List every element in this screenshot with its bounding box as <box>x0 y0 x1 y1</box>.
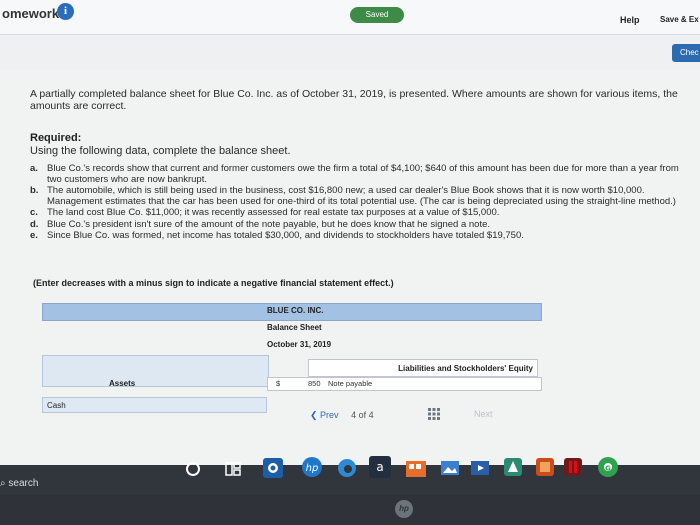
task-view-icon[interactable] <box>224 461 242 477</box>
cash-label: Cash <box>47 401 66 410</box>
liabilities-label: Liabilities and Stockholders' Equity <box>308 359 538 377</box>
company-name: BLUE CO. INC. <box>267 306 324 315</box>
sheet-title: Balance Sheet <box>267 323 322 332</box>
list-item: e. Since Blue Co. was formed, net income … <box>30 230 690 242</box>
saved-badge: Saved <box>350 7 404 23</box>
store-app-icon[interactable] <box>405 457 427 479</box>
media-app-icon[interactable] <box>470 458 490 478</box>
info-icon[interactable]: i <box>57 3 74 20</box>
browser-window: omework i Saved Help Save & Ex Chec A pa… <box>0 0 700 465</box>
prev-button[interactable]: ❮ Prev <box>310 410 339 420</box>
note-label: Note payable <box>328 379 373 388</box>
currency-symbol: $ <box>276 379 281 388</box>
webcam-app-icon[interactable] <box>262 457 284 479</box>
taskbar-search-label: search <box>8 478 39 489</box>
item-marker: e. <box>30 230 38 241</box>
green-app-icon[interactable] <box>503 457 523 477</box>
svg-text:hp: hp <box>306 463 319 474</box>
list-item: c. The land cost Blue Co. $11,000; it was… <box>30 207 690 219</box>
page-number: 4 <box>351 410 357 420</box>
item-marker: c. <box>30 207 38 218</box>
check-button[interactable]: Chec <box>672 44 700 62</box>
circle-icon[interactable] <box>185 461 201 477</box>
item-text: Since Blue Co. was formed, net income ha… <box>47 230 524 241</box>
item-marker: a. <box>30 163 38 174</box>
laptop-bezel <box>0 495 700 525</box>
amazon-letter: a <box>376 460 383 474</box>
svg-text:G: G <box>605 465 611 473</box>
question-intro: A partially completed balance sheet for … <box>30 88 678 112</box>
page-total: 4 <box>368 410 374 420</box>
item-text: The automobile, which is still being use… <box>47 185 676 207</box>
top-bar: omework i Saved Help Save & Ex <box>0 0 700 35</box>
orange-app-icon[interactable] <box>535 457 555 477</box>
page-count: 4 of 4 <box>351 410 374 420</box>
list-item: b. The automobile, which is still being u… <box>30 185 690 207</box>
note-payable-row: $ 850 Note payable <box>267 377 542 391</box>
help-link[interactable]: Help <box>620 15 640 25</box>
item-text: Blue Co.'s records show that current and… <box>47 163 679 185</box>
hp-app-icon[interactable]: hp <box>300 455 324 479</box>
item-marker: b. <box>30 185 39 196</box>
item-text: The land cost Blue Co. $11,000; it was r… <box>47 207 500 218</box>
required-text: Using the following data, complete the b… <box>30 145 291 157</box>
sheet-date: October 31, 2019 <box>267 340 332 349</box>
hp-logo: hp <box>395 500 413 518</box>
note-amount[interactable]: 850 <box>308 378 321 390</box>
next-button[interactable]: Next <box>474 409 493 419</box>
edge-browser-icon[interactable] <box>336 457 358 479</box>
balance-sheet-table: BLUE CO. INC. Balance Sheet October 31, … <box>42 303 542 413</box>
requirement-list: a. Blue Co.'s records show that current a… <box>30 163 690 243</box>
list-item: a. Blue Co.'s records show that current a… <box>30 163 690 185</box>
grid-icon[interactable] <box>428 408 440 420</box>
assets-header-cell <box>42 355 269 387</box>
page-of: of <box>358 410 367 420</box>
pagination: ❮ Prev 4 of 4 <box>310 410 384 421</box>
required-title: Required: <box>30 132 82 144</box>
app-title: omework <box>2 6 60 21</box>
prev-label: Prev <box>320 410 339 420</box>
item-text: Blue Co.'s president isn't sure of the a… <box>47 218 491 230</box>
question-content: A partially completed balance sheet for … <box>0 70 700 465</box>
amazon-app-icon[interactable]: a <box>368 455 392 479</box>
save-exit-button[interactable]: Save & Ex <box>660 15 699 24</box>
taskbar-search[interactable]: ⌕ search <box>0 478 38 489</box>
list-item: d. Blue Co.'s president isn't sure of the… <box>30 218 690 231</box>
cash-row: Cash <box>42 397 267 413</box>
chrome-icon[interactable]: G <box>596 455 620 479</box>
item-marker: d. <box>30 218 39 230</box>
netflix-app-icon[interactable] <box>563 457 583 477</box>
photos-app-icon[interactable] <box>440 458 460 478</box>
instruction-note: (Enter decreases with a minus sign to in… <box>33 278 394 288</box>
assets-label: Assets <box>109 379 136 388</box>
